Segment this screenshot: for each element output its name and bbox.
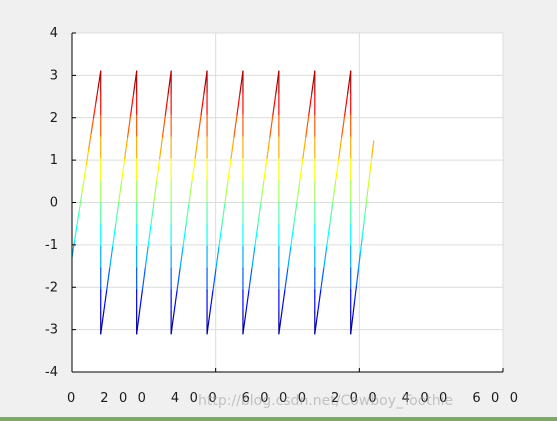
line-chart: -4-3-2-101234 0 200 400 6000 200 400 600… — [45, 26, 518, 409]
y-tick-label: -2 — [45, 280, 58, 295]
y-tick-label: 0 — [50, 196, 58, 211]
watermark-text: http://blog.csdn.net/Cowboy_Toothie — [198, 393, 453, 409]
y-tick-label: 4 — [50, 26, 58, 41]
y-tick-label: -1 — [45, 238, 58, 253]
y-tick-label: 2 — [50, 111, 58, 126]
y-tick-label: 1 — [50, 153, 58, 168]
y-tick-label: 3 — [50, 68, 58, 83]
y-tick-label: -3 — [45, 323, 58, 338]
y-tick-labels: -4 -3 -2 -1 0 1 2 3 4 — [45, 26, 58, 380]
bottom-status-strip — [0, 417, 557, 421]
y-tick-label: -4 — [45, 365, 58, 380]
figure-window: -4 -3 -2 -1 0 1 2 3 4 0 200 400 6000 200 400 600… — [0, 0, 557, 421]
